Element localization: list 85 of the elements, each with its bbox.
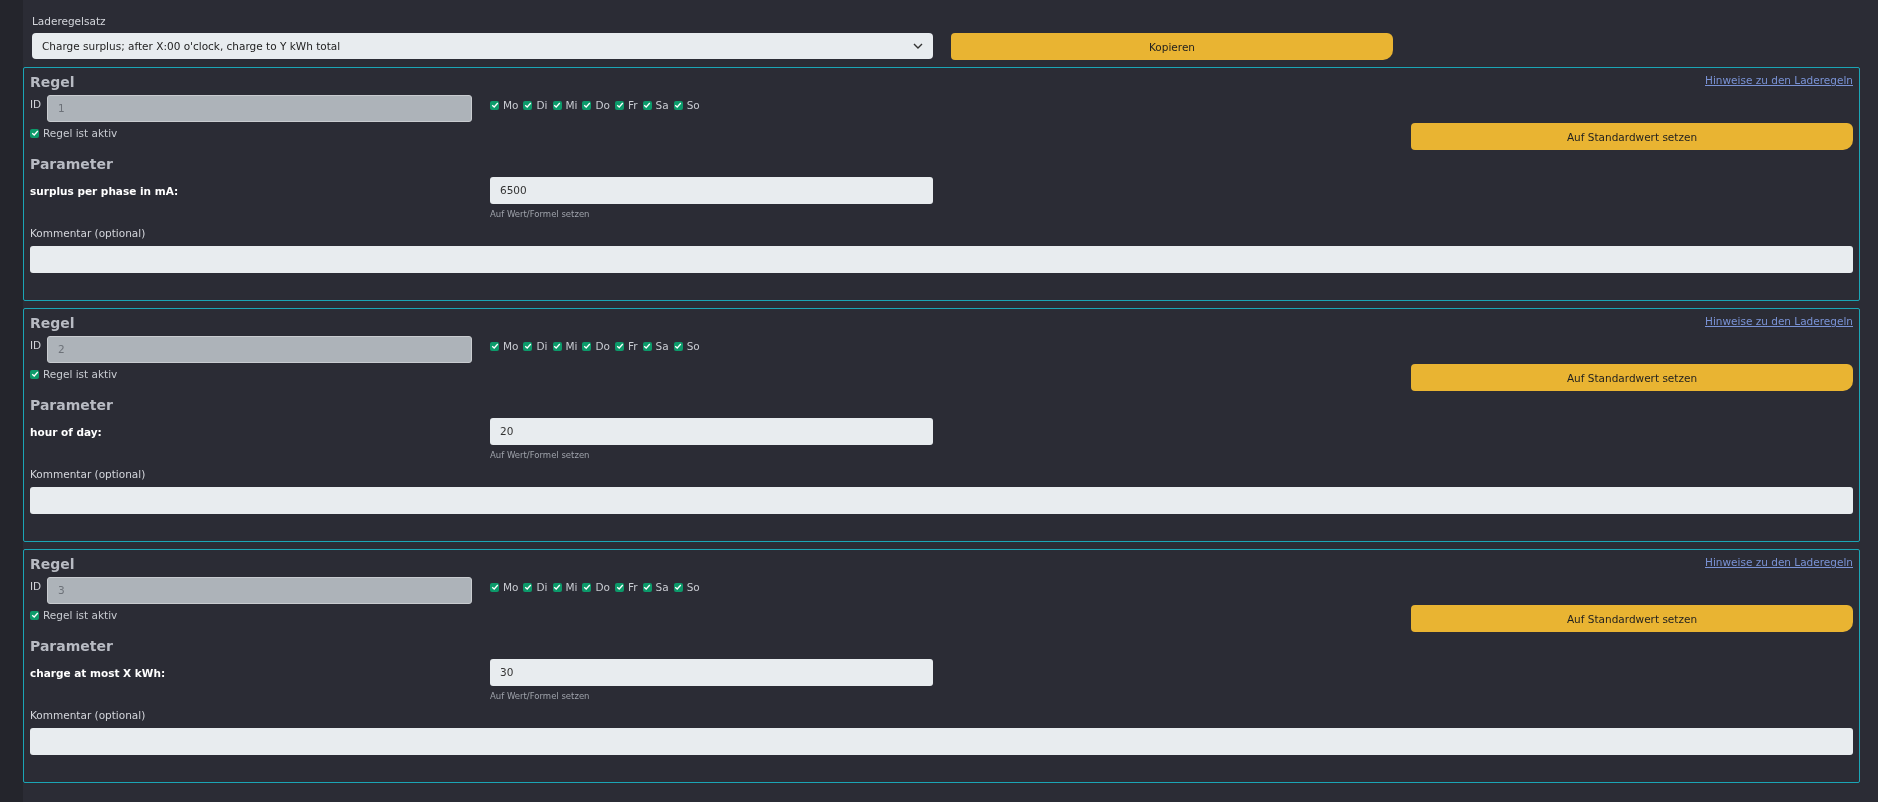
- checkbox[interactable]: [615, 100, 624, 110]
- field-label: ID: [30, 97, 43, 112]
- checkbox[interactable]: [523, 582, 533, 592]
- checkbox[interactable]: [615, 582, 624, 592]
- checkbox-label: Di: [536, 581, 548, 593]
- help-link[interactable]: Hinweise zu den Laderegeln: [1705, 315, 1853, 327]
- section-title: Regel: [30, 555, 76, 574]
- checkbox-label: Mi: [565, 581, 578, 593]
- checkbox-label: Mi: [565, 99, 578, 111]
- checkbox[interactable]: [582, 582, 592, 592]
- checkbox[interactable]: [642, 100, 652, 110]
- checkbox-label: Regel ist aktiv: [43, 609, 118, 621]
- checkbox[interactable]: [30, 610, 39, 620]
- checkbox-label: Mo: [503, 581, 519, 593]
- section-title: Regel: [30, 73, 76, 92]
- checkbox[interactable]: [490, 100, 499, 110]
- checkbox[interactable]: [673, 341, 683, 351]
- hint-text: Auf Wert/Formel setzen: [490, 691, 591, 703]
- help-link[interactable]: Hinweise zu den Laderegeln: [1705, 556, 1853, 568]
- checkbox-label: Sa: [655, 99, 669, 111]
- field-label: Kommentar (optional): [30, 709, 147, 723]
- section-title: Parameter: [30, 637, 114, 656]
- hint-text: Auf Wert/Formel setzen: [490, 450, 591, 462]
- field-label: ID: [30, 579, 43, 594]
- checkbox[interactable]: [582, 100, 592, 110]
- id-field: 2: [47, 336, 472, 363]
- field-label: Kommentar (optional): [30, 227, 147, 241]
- rule-set-dropdown[interactable]: Charge surplus; after X:00 o'clock, charge to Y kWh total: [32, 33, 933, 59]
- section-title: Parameter: [30, 155, 114, 174]
- field-label: ID: [30, 338, 43, 353]
- checkbox-label: Do: [595, 99, 610, 111]
- checkbox-label: Di: [536, 99, 548, 111]
- parameter-label: surplus per phase in mA:: [30, 184, 180, 199]
- checkbox-label: Do: [595, 340, 610, 352]
- checkbox[interactable]: [523, 100, 533, 110]
- checkbox-label: Fr: [628, 340, 638, 352]
- checkbox[interactable]: [582, 341, 592, 351]
- id-field: 1: [47, 95, 472, 122]
- id-field: 3: [47, 577, 472, 604]
- checkbox-label: Fr: [628, 99, 638, 111]
- checkbox-label: Sa: [655, 581, 669, 593]
- comment-input[interactable]: [30, 246, 1853, 273]
- checkbox-label: So: [686, 581, 700, 593]
- checkbox-label: Di: [536, 340, 548, 352]
- checkbox-label: Regel ist aktiv: [43, 127, 118, 139]
- parameter-input[interactable]: 20: [490, 418, 933, 445]
- checkbox[interactable]: [552, 582, 562, 592]
- parameter-label: hour of day:: [30, 425, 103, 440]
- section-title: Regel: [30, 314, 76, 333]
- checkbox[interactable]: [552, 341, 562, 351]
- checkbox[interactable]: [30, 128, 39, 138]
- parameter-input[interactable]: 30: [490, 659, 933, 686]
- checkbox-label: Mo: [503, 99, 519, 111]
- checkbox[interactable]: [673, 100, 683, 110]
- parameter-input[interactable]: 6500: [490, 177, 933, 204]
- checkbox[interactable]: [523, 341, 533, 351]
- checkbox-label: So: [686, 340, 700, 352]
- checkbox-label: Fr: [628, 581, 638, 593]
- reset-default-button[interactable]: Auf Standardwert setzen: [1411, 364, 1853, 391]
- checkbox-label: So: [686, 99, 700, 111]
- checkbox[interactable]: [642, 341, 652, 351]
- help-link[interactable]: Hinweise zu den Laderegeln: [1705, 74, 1853, 86]
- parameter-label: charge at most X kWh:: [30, 666, 167, 681]
- checkbox-label: Mi: [565, 340, 578, 352]
- checkbox[interactable]: [552, 100, 562, 110]
- checkbox[interactable]: [490, 582, 499, 592]
- checkbox-label: Do: [595, 581, 610, 593]
- caret-icon: [913, 43, 923, 49]
- checkbox[interactable]: [30, 369, 39, 379]
- checkbox-label: Regel ist aktiv: [43, 368, 118, 380]
- section-title: Parameter: [30, 396, 114, 415]
- comment-input[interactable]: [30, 728, 1853, 755]
- checkbox[interactable]: [642, 582, 652, 592]
- comment-input[interactable]: [30, 487, 1853, 514]
- copy-button[interactable]: Kopieren: [951, 33, 1393, 60]
- checkbox[interactable]: [615, 341, 624, 351]
- reset-default-button[interactable]: Auf Standardwert setzen: [1411, 123, 1853, 150]
- reset-default-button[interactable]: Auf Standardwert setzen: [1411, 605, 1853, 632]
- hint-text: Auf Wert/Formel setzen: [490, 209, 591, 221]
- checkbox-label: Sa: [655, 340, 669, 352]
- checkbox[interactable]: [490, 341, 499, 351]
- field-label: Laderegelsatz: [32, 15, 107, 29]
- field-label: Kommentar (optional): [30, 468, 147, 482]
- checkbox[interactable]: [673, 582, 683, 592]
- checkbox-label: Mo: [503, 340, 519, 352]
